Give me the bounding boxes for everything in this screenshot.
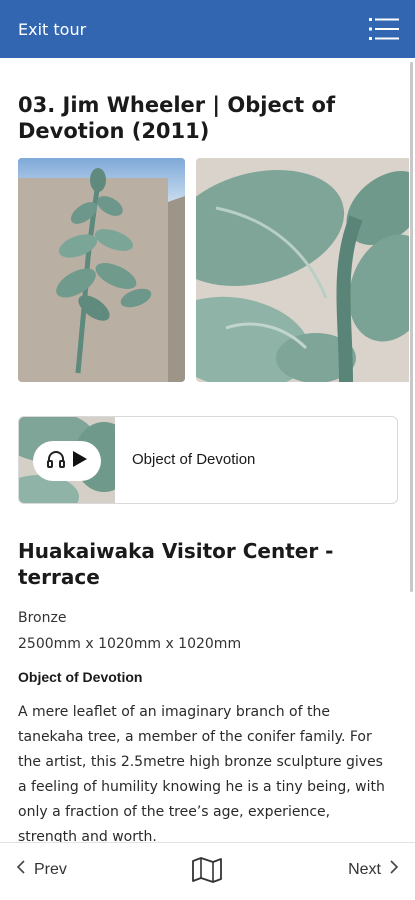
image-gallery[interactable]: [18, 158, 409, 382]
chevron-right-icon: [389, 859, 399, 880]
description-text: A mere leaflet of an imaginary branch of…: [18, 704, 385, 842]
location-heading: Huakaiwaka Visitor Center - terrace: [18, 539, 334, 589]
bottom-navigation: Prev Next: [0, 842, 415, 900]
audio-title: Object of Devotion: [132, 451, 256, 468]
material-text: Bronze: [18, 610, 67, 626]
next-button[interactable]: Next: [348, 859, 399, 880]
next-label: Next: [348, 860, 381, 878]
exit-tour-button[interactable]: Exit tour: [18, 20, 86, 39]
hamburger-menu-icon[interactable]: [369, 17, 399, 41]
map-icon[interactable]: [190, 857, 224, 883]
scrollbar[interactable]: [410, 62, 413, 592]
tour-stop-content[interactable]: 03. Jim Wheeler | Object of Devotion (20…: [0, 58, 409, 842]
prev-label: Prev: [34, 860, 67, 878]
sculpture-photo-closeup[interactable]: [196, 158, 409, 382]
chevron-left-icon: [16, 859, 26, 880]
description-heading: Object of Devotion: [18, 669, 143, 685]
page-title: 03. Jim Wheeler | Object of Devotion (20…: [18, 93, 336, 143]
dimensions-text: 2500mm x 1020mm x 1020mm: [18, 636, 242, 652]
audio-guide-card[interactable]: Object of Devotion: [18, 416, 398, 504]
headphones-icon: [46, 449, 66, 473]
play-audio-button[interactable]: [33, 441, 101, 481]
top-bar: Exit tour: [0, 0, 415, 58]
sculpture-photo-wall[interactable]: [18, 158, 185, 382]
play-icon: [72, 450, 88, 472]
prev-button[interactable]: Prev: [16, 859, 67, 880]
